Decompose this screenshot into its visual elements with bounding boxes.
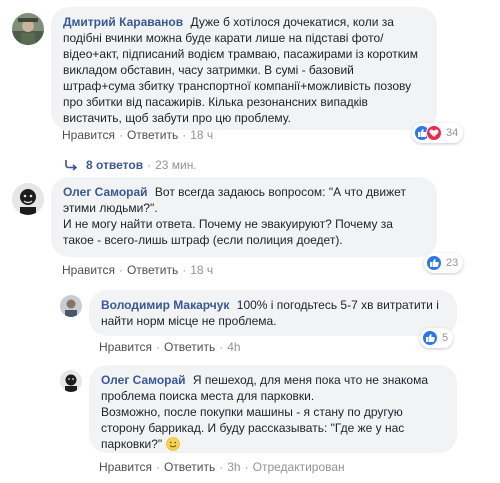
separator: · — [147, 158, 152, 172]
love-reaction-icon — [426, 125, 442, 141]
reply-link[interactable]: Ответить — [164, 460, 215, 474]
separator: · — [182, 263, 187, 277]
reply-link[interactable]: Ответить — [127, 128, 178, 142]
comment-actions: Нравится · Ответить · 18 ч — [62, 263, 213, 277]
avatar-photo-icon — [12, 183, 44, 215]
reply-arrow-icon — [65, 160, 78, 171]
comment-bubble: Дмитрий Караванов Дуже б хотілося дочека… — [51, 7, 437, 130]
reply-link[interactable]: Ответить — [127, 263, 178, 277]
separator: · — [219, 460, 224, 474]
reaction-summary[interactable]: 5 — [420, 328, 454, 348]
comment-author[interactable]: Олег Саморай — [101, 373, 186, 387]
comment-bubble: Олег Саморай Я пешеход, для меня пока чт… — [89, 365, 457, 453]
reaction-count: 5 — [442, 332, 449, 344]
avatar[interactable] — [12, 183, 44, 215]
comment-actions: Нравится · Ответить · 3h · Отредактирован — [99, 460, 345, 474]
like-link[interactable]: Нравится — [99, 460, 152, 474]
comment-text-continued: И не могу найти ответа. Почему не эвакуи… — [63, 217, 393, 247]
reaction-summary[interactable]: 34 — [412, 123, 464, 143]
reply-samorai: Олег Саморай Я пешеход, для меня пока чт… — [0, 362, 500, 483]
comment-actions: Нравится · Ответить · 4h — [99, 340, 241, 354]
comment-author[interactable]: Олег Саморай — [63, 185, 148, 199]
timestamp[interactable]: 18 ч — [190, 263, 213, 277]
separator: · — [244, 460, 249, 474]
like-link[interactable]: Нравится — [62, 128, 115, 142]
comment-bubble: Володимир Макарчук 100% і погодьтесь 5-7… — [89, 290, 457, 336]
like-reaction-icon — [422, 330, 438, 346]
avatar[interactable] — [60, 295, 82, 317]
like-link[interactable]: Нравится — [99, 340, 152, 354]
avatar-photo-icon — [12, 13, 44, 45]
like-reaction-icon — [426, 255, 442, 271]
comment-samorai-1: Олег Саморай Вот всегда задаюсь вопросом… — [0, 175, 500, 280]
like-link[interactable]: Нравится — [62, 263, 115, 277]
view-replies[interactable]: 8 ответов · 23 мин. — [64, 158, 197, 172]
reaction-count: 23 — [446, 257, 459, 269]
timestamp[interactable]: 18 ч — [190, 128, 213, 142]
separator: · — [118, 263, 123, 277]
comment-author[interactable]: Дмитрий Караванов — [63, 15, 183, 29]
separator: · — [155, 340, 160, 354]
comment-actions: Нравится · Ответить · 18 ч — [62, 128, 213, 142]
edited-label[interactable]: Отредактирован — [253, 460, 345, 474]
comment-karavanov: Дмитрий Караванов Дуже б хотілося дочека… — [0, 0, 500, 148]
replies-time: 23 мин. — [155, 158, 197, 172]
separator: · — [182, 128, 187, 142]
replies-count-label[interactable]: 8 ответов — [86, 158, 143, 172]
smile-emoji-icon — [165, 437, 180, 451]
reaction-summary[interactable]: 23 — [424, 253, 464, 273]
separator: · — [155, 460, 160, 474]
avatar[interactable] — [60, 370, 82, 392]
reply-link[interactable]: Ответить — [164, 340, 215, 354]
reply-makarchuk: Володимир Макарчук 100% і погодьтесь 5-7… — [0, 288, 500, 358]
avatar-photo-icon — [60, 370, 82, 392]
comment-text: Дуже б хотілося дочекатися, коли за поді… — [63, 15, 418, 125]
separator: · — [219, 340, 224, 354]
separator: · — [118, 128, 123, 142]
avatar-photo-icon — [60, 295, 82, 317]
comment-bubble: Олег Саморай Вот всегда задаюсь вопросом… — [51, 177, 437, 257]
avatar[interactable] — [12, 13, 44, 45]
timestamp[interactable]: 3h — [227, 460, 240, 474]
reaction-count: 34 — [446, 127, 459, 139]
comment-author[interactable]: Володимир Макарчук — [101, 298, 229, 312]
comment-text-continued: Возможно, после покупки машины - я стану… — [101, 405, 405, 451]
timestamp[interactable]: 4h — [227, 340, 240, 354]
